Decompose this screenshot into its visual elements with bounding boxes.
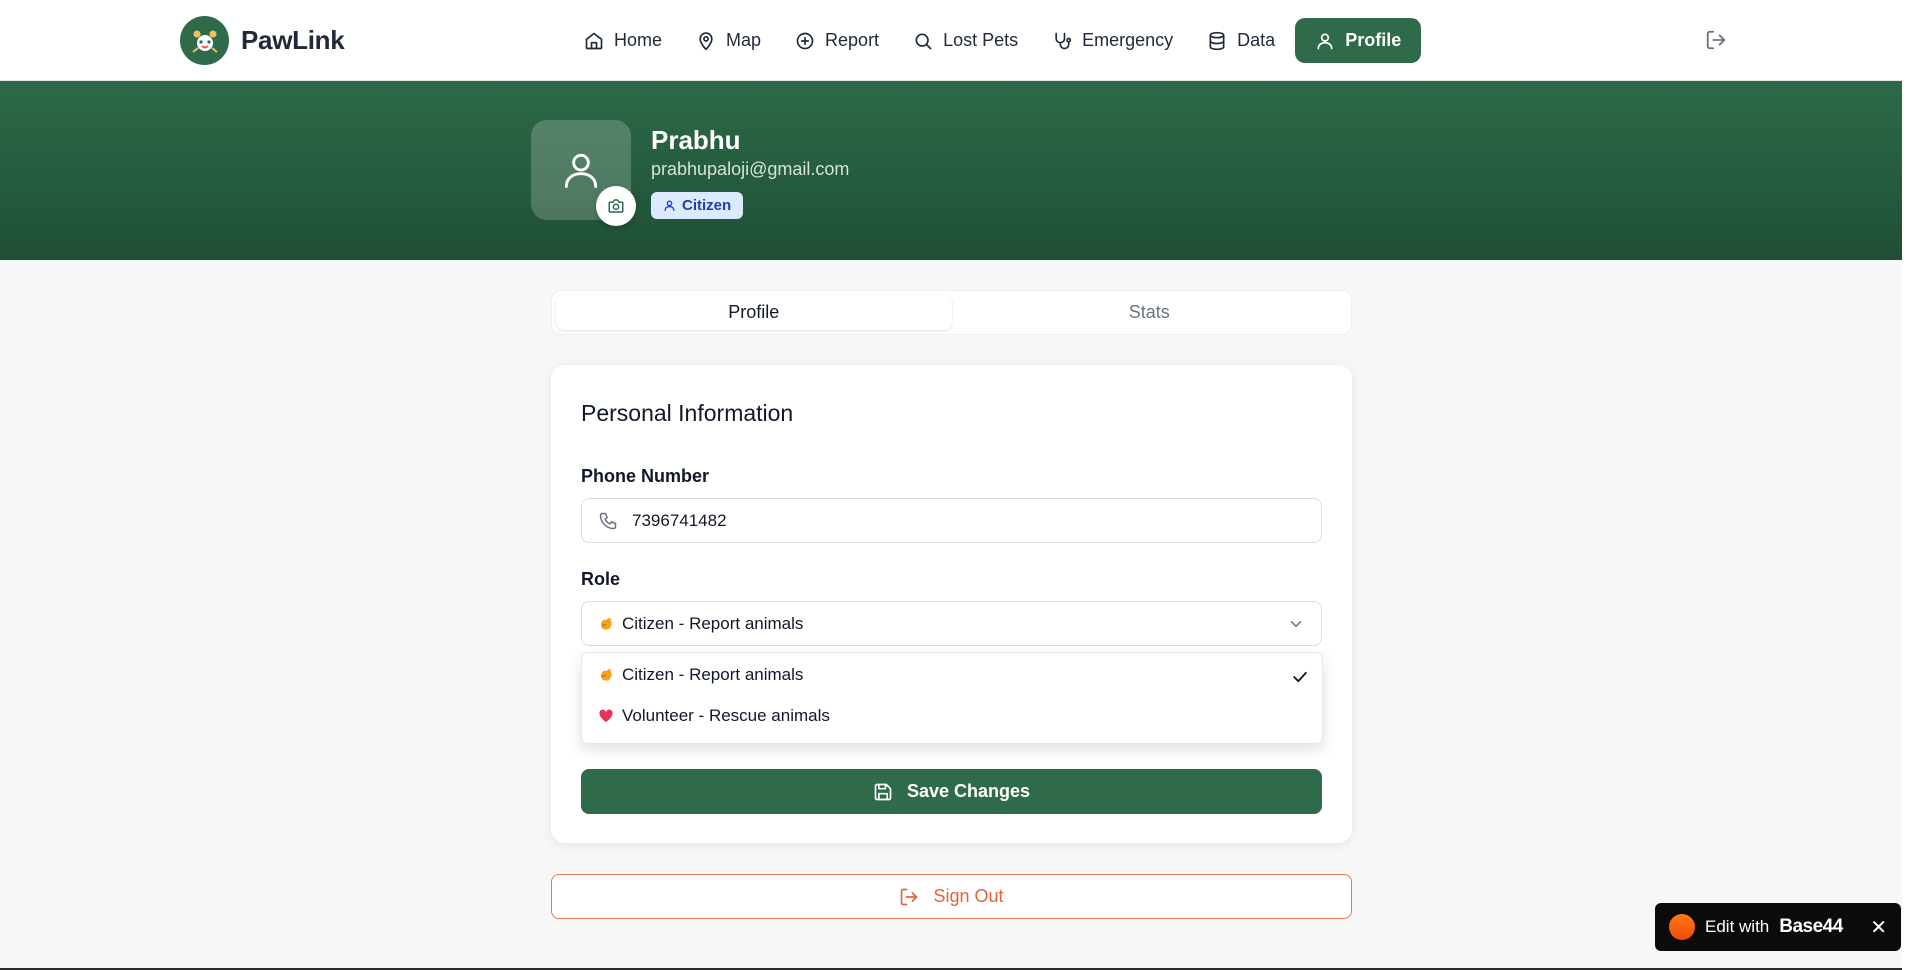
nav-label: Report bbox=[825, 30, 880, 50]
waving-hand-icon bbox=[601, 617, 612, 630]
save-icon bbox=[874, 783, 892, 800]
tab-stats[interactable]: Stats bbox=[952, 295, 1348, 330]
save-changes-button[interactable]: Save Changes bbox=[581, 769, 1322, 814]
nav-label: Profile bbox=[1345, 30, 1402, 50]
personal-information-card: Personal Information Phone Number 739674… bbox=[551, 365, 1352, 843]
brand-name: PawLink bbox=[241, 25, 345, 55]
nav-item-emergency[interactable]: Emergency bbox=[1038, 18, 1187, 63]
nav-item-map[interactable]: Map bbox=[682, 18, 775, 63]
sign-out-button[interactable]: Sign Out bbox=[551, 874, 1352, 919]
user-icon bbox=[664, 200, 675, 212]
tab-profile[interactable]: Profile bbox=[556, 295, 952, 330]
plus-circle-icon bbox=[796, 32, 814, 49]
role-select[interactable]: Citizen - Report animals bbox=[581, 601, 1322, 646]
base44-brand: Base44 bbox=[1779, 916, 1843, 937]
change-photo-button[interactable] bbox=[596, 186, 636, 226]
scrollbar-track[interactable] bbox=[1902, 0, 1919, 970]
logout-icon bbox=[901, 888, 918, 905]
role-dropdown-menu: Citizen - Report animals Volunteer - Res… bbox=[581, 652, 1323, 744]
logout-icon[interactable] bbox=[1705, 29, 1727, 51]
card-title: Personal Information bbox=[581, 400, 794, 426]
main-nav: Home Map Report Lost Pets Emergency Data bbox=[570, 18, 1422, 63]
nav-label: Emergency bbox=[1082, 30, 1174, 50]
waving-hand-icon bbox=[601, 668, 612, 681]
edit-with-base44-badge[interactable]: Edit with Base44 ✕ bbox=[1655, 903, 1901, 951]
base44-logo-icon bbox=[1669, 914, 1695, 940]
phone-icon bbox=[599, 512, 617, 529]
top-navbar: PawLink Home Map Report Lost Pets Emerge… bbox=[0, 0, 1902, 81]
nav-item-home[interactable]: Home bbox=[570, 18, 676, 63]
phone-label: Phone Number bbox=[581, 466, 710, 486]
role-badge-label: Citizen bbox=[682, 197, 732, 214]
nav-item-report[interactable]: Report bbox=[781, 18, 893, 63]
close-icon[interactable]: ✕ bbox=[1870, 915, 1887, 940]
nav-label: Home bbox=[614, 30, 663, 50]
base44-prefix: Edit with bbox=[1705, 917, 1770, 936]
page: PawLink Home Map Report Lost Pets Emerge… bbox=[0, 0, 1902, 970]
profile-email: prabhupaloji@gmail.com bbox=[651, 159, 850, 179]
phone-input[interactable]: 7396741482 bbox=[581, 498, 1322, 543]
user-avatar-icon bbox=[564, 153, 598, 188]
stethoscope-icon bbox=[1055, 32, 1072, 49]
home-icon bbox=[585, 32, 603, 49]
search-icon bbox=[915, 33, 932, 49]
check-icon bbox=[1293, 671, 1307, 683]
nav-item-lost-pets[interactable]: Lost Pets bbox=[899, 18, 1032, 63]
map-pin-icon bbox=[699, 31, 713, 50]
paw-logo-icon bbox=[180, 16, 229, 65]
profile-name: Prabhu bbox=[651, 125, 741, 155]
role-select-text: Citizen - Report animals bbox=[622, 613, 804, 633]
phone-value: 7396741482 bbox=[632, 510, 727, 530]
nav-label: Data bbox=[1237, 30, 1276, 50]
nav-item-profile[interactable]: Profile bbox=[1295, 18, 1422, 63]
role-option-volunteer[interactable]: Volunteer - Rescue animals bbox=[598, 701, 830, 731]
save-changes-label: Save Changes bbox=[906, 781, 1031, 801]
role-label: Role bbox=[581, 569, 621, 589]
role-select-value: Citizen - Report animals bbox=[598, 614, 1287, 634]
nav-label: Lost Pets bbox=[943, 30, 1019, 50]
role-badge: Citizen bbox=[651, 192, 744, 219]
user-icon bbox=[1317, 33, 1333, 49]
brand[interactable]: PawLink bbox=[180, 16, 345, 65]
nav-label: Map bbox=[726, 30, 762, 50]
sign-out-label: Sign Out bbox=[933, 886, 1004, 906]
camera-icon bbox=[608, 199, 624, 213]
chevron-down-icon bbox=[1290, 620, 1302, 627]
database-icon bbox=[1209, 31, 1225, 50]
nav-item-data[interactable]: Data bbox=[1193, 18, 1289, 63]
role-option-label: Citizen - Report animals bbox=[622, 665, 804, 684]
profile-banner bbox=[0, 81, 1902, 260]
role-option-label: Volunteer - Rescue animals bbox=[622, 706, 830, 725]
profile-tabs: Profile Stats bbox=[551, 290, 1352, 335]
role-option-citizen[interactable]: Citizen - Report animals bbox=[598, 660, 803, 690]
heart-icon bbox=[599, 709, 613, 722]
